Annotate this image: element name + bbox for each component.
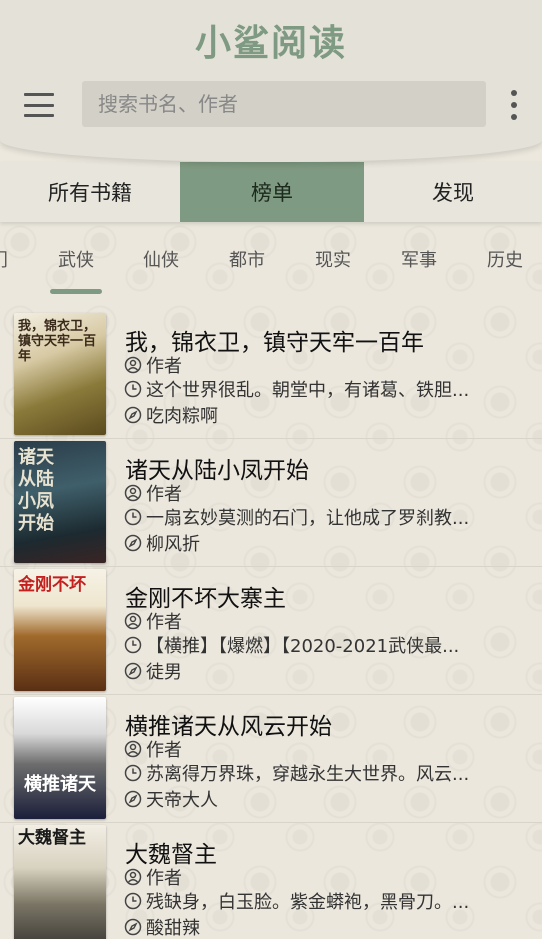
cover-text: 大魏督主 (18, 828, 86, 848)
book-summary-row: 残缺身，白玉脸。紫金蟒袍，黑骨刀。... (124, 889, 524, 913)
book-summary: 这个世界很乱。朝堂中，有诸葛、铁胆... (146, 380, 470, 401)
category-tab[interactable]: 军事 (401, 246, 437, 272)
clock-icon (124, 508, 142, 526)
category-tab[interactable]: 门 (0, 246, 8, 272)
person-circle-icon (124, 356, 142, 374)
clock-icon (124, 380, 142, 398)
book-author-label-row: 作者 (124, 609, 524, 633)
book-author: 徒男 (146, 662, 182, 683)
clock-icon (124, 764, 142, 782)
compass-icon (124, 534, 142, 552)
clock-icon (124, 892, 142, 910)
book-item[interactable]: 诸天 从陆小凤开始 诸天从陆小凤开始 作者 一扇玄妙莫测的石门，让他成了罗刹教.… (0, 439, 542, 567)
book-author-label-row: 作者 (124, 481, 524, 505)
app-title: 小鲨阅读 (194, 23, 347, 64)
book-author: 酸甜辣 (146, 918, 200, 939)
book-summary: 一扇玄妙莫测的石门，让他成了罗刹教... (146, 508, 470, 529)
book-author-label-row: 作者 (124, 737, 524, 761)
book-author: 柳风折 (146, 534, 200, 555)
compass-icon (124, 406, 142, 424)
person-circle-icon (124, 484, 142, 502)
menu-icon[interactable] (22, 90, 56, 120)
book-cover: 横推诸天 (14, 697, 106, 819)
clock-icon (124, 636, 142, 654)
book-author-row: 柳风折 (124, 531, 524, 555)
main-tabs: 所有书籍 榜单 发现 (0, 162, 542, 222)
book-item[interactable]: 大魏督主 大魏督主 作者 残缺身，白玉脸。紫金蟒袍，黑骨刀。... 酸甜辣 (0, 823, 542, 939)
person-circle-icon (124, 612, 142, 630)
more-options-icon[interactable] (508, 90, 520, 120)
book-list: 我，锦衣卫，镇守天牢一百年 我，锦衣卫，镇守天牢一百年 作者 这个世界很乱。朝堂… (0, 311, 542, 939)
author-label: 作者 (146, 612, 182, 633)
book-author: 天帝大人 (146, 790, 218, 811)
person-circle-icon (124, 868, 142, 886)
compass-icon (124, 918, 142, 936)
book-title: 横推诸天从风云开始 (125, 714, 332, 740)
book-item[interactable]: 横推诸天 横推诸天从风云开始 作者 苏离得万界珠，穿越永生大世界。风云... 天… (0, 695, 542, 823)
author-label: 作者 (146, 740, 182, 761)
book-cover: 金刚不坏 (14, 569, 106, 691)
book-author-label-row: 作者 (124, 353, 524, 377)
author-label: 作者 (146, 356, 182, 377)
compass-icon (124, 662, 142, 680)
book-cover: 诸天 从陆小凤开始 (14, 441, 106, 563)
category-selected-indicator (50, 289, 102, 294)
tab-all-books[interactable]: 所有书籍 (0, 162, 180, 222)
book-summary-row: 苏离得万界珠，穿越永生大世界。风云... (124, 761, 524, 785)
author-label: 作者 (146, 484, 182, 505)
book-title: 我，锦衣卫，镇守天牢一百年 (125, 330, 424, 356)
book-author-row: 酸甜辣 (124, 915, 524, 939)
category-tab[interactable]: 现实 (315, 246, 351, 272)
book-author: 吃肉粽啊 (146, 406, 218, 427)
category-tab[interactable]: 仙侠 (143, 246, 179, 272)
book-title: 金刚不坏大寨主 (125, 586, 286, 612)
book-summary-row: 一扇玄妙莫测的石门，让他成了罗刹教... (124, 505, 524, 529)
search-input[interactable]: 搜索书名、作者 (82, 81, 486, 127)
book-item[interactable]: 我，锦衣卫，镇守天牢一百年 我，锦衣卫，镇守天牢一百年 作者 这个世界很乱。朝堂… (0, 311, 542, 439)
book-title: 大魏督主 (125, 842, 217, 868)
category-tab[interactable]: 历史 (487, 246, 523, 272)
book-author-label-row: 作者 (124, 865, 524, 889)
book-author-row: 天帝大人 (124, 787, 524, 811)
cover-text: 金刚不坏 (18, 575, 86, 595)
book-cover: 大魏督主 (14, 825, 106, 939)
book-cover: 我，锦衣卫，镇守天牢一百年 (14, 313, 106, 435)
book-title: 诸天从陆小凤开始 (125, 458, 309, 484)
book-summary: 苏离得万界珠，穿越永生大世界。风云... (146, 764, 470, 785)
tab-rankings[interactable]: 榜单 (180, 162, 364, 222)
tab-discover[interactable]: 发现 (364, 162, 542, 222)
author-label: 作者 (146, 868, 182, 889)
person-circle-icon (124, 740, 142, 758)
cover-text: 我，锦衣卫，镇守天牢一百年 (18, 319, 97, 364)
app-header: 小鲨阅读 搜索书名、作者 (0, 0, 542, 162)
cover-text: 诸天 从陆小凤开始 (18, 447, 54, 534)
book-summary-row: 【横推】【爆燃】【2020-2021武侠最... (124, 633, 524, 657)
book-summary: 【横推】【爆燃】【2020-2021武侠最... (146, 636, 460, 657)
compass-icon (124, 790, 142, 808)
book-author-row: 吃肉粽啊 (124, 403, 524, 427)
book-author-row: 徒男 (124, 659, 524, 683)
category-tabs: 门 武侠 仙侠 都市 现实 军事 历史 (0, 240, 542, 280)
book-item[interactable]: 金刚不坏 金刚不坏大寨主 作者 【横推】【爆燃】【2020-2021武侠最...… (0, 567, 542, 695)
category-tab[interactable]: 都市 (229, 246, 265, 272)
cover-text: 横推诸天 (24, 774, 96, 795)
category-tab-selected[interactable]: 武侠 (58, 246, 94, 272)
book-summary-row: 这个世界很乱。朝堂中，有诸葛、铁胆... (124, 377, 524, 401)
book-summary: 残缺身，白玉脸。紫金蟒袍，黑骨刀。... (146, 892, 470, 913)
